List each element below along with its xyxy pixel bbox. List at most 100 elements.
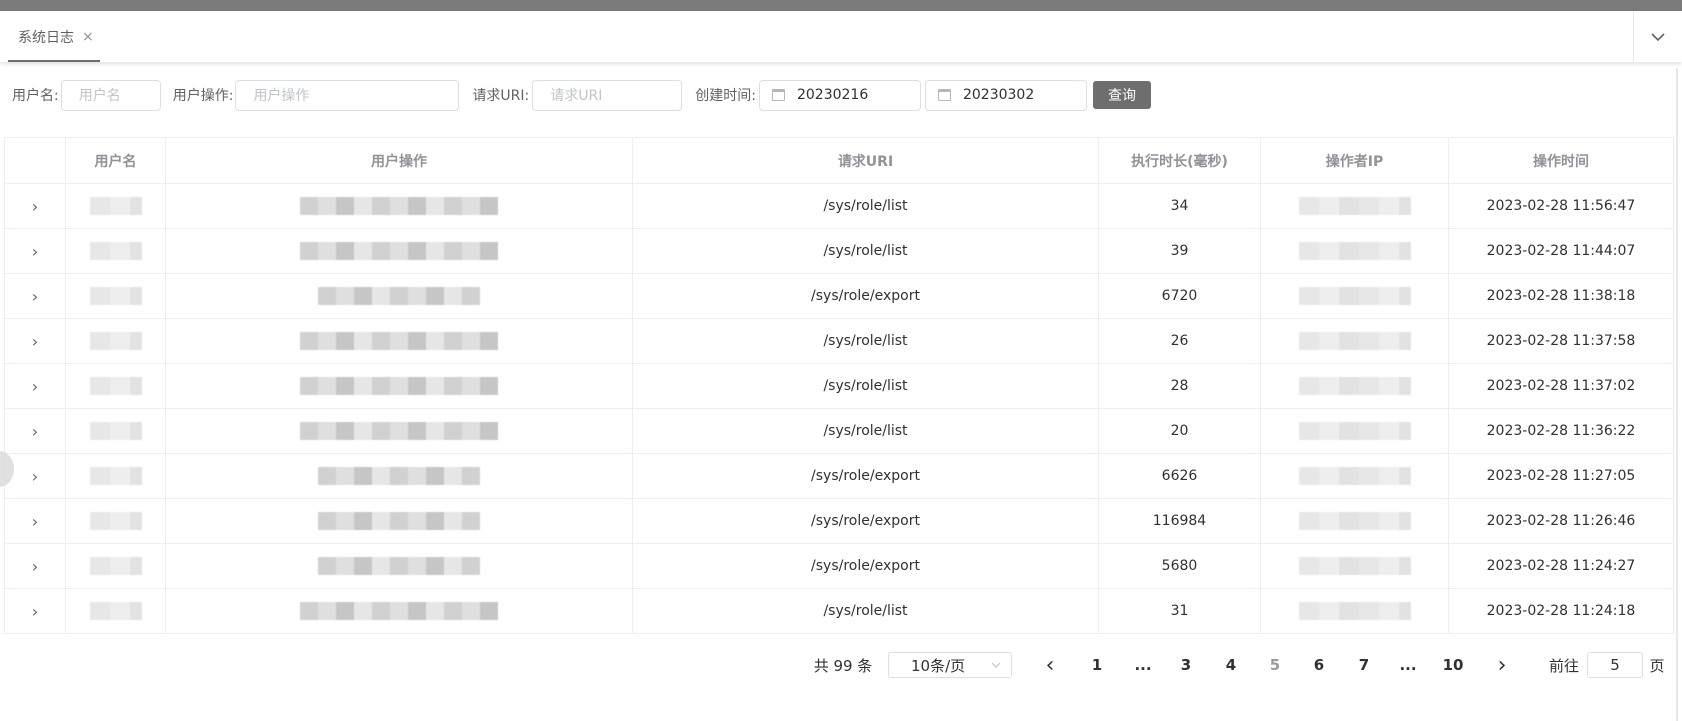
redacted-operation xyxy=(300,602,498,620)
redacted-ip xyxy=(1298,512,1411,530)
username-cell xyxy=(65,318,166,364)
redacted-ip xyxy=(1298,557,1411,575)
ip-cell xyxy=(1260,363,1449,409)
header-time: 操作时间 xyxy=(1448,137,1674,184)
tab-system-log[interactable]: 系统日志 × xyxy=(8,11,104,62)
operation-input[interactable]: 用户操作 xyxy=(235,79,460,111)
redacted-operation xyxy=(318,467,480,485)
chevron-right-icon[interactable]: › xyxy=(32,557,38,576)
operation-cell xyxy=(165,318,633,364)
expand-cell[interactable]: › xyxy=(4,453,66,499)
prev-page-button[interactable]: ‹ xyxy=(1038,650,1062,680)
pagination: 共 99 条 10条/页 ‹ 1 ... 3 4 5 6 7 ... 10 › … xyxy=(0,650,1682,680)
chevron-right-icon[interactable]: › xyxy=(32,602,38,621)
operation-cell xyxy=(165,408,633,454)
table-row[interactable]: › /sys/role/list 31 2023-02-28 11:24:18 xyxy=(4,588,1674,634)
redacted-ip xyxy=(1298,197,1411,215)
redacted-username xyxy=(89,422,142,440)
chevron-right-icon[interactable]: › xyxy=(32,197,38,216)
page-1[interactable]: 1 xyxy=(1086,650,1108,680)
time-cell: 2023-02-28 11:24:18 xyxy=(1448,588,1674,634)
total-count: 共 99 条 xyxy=(813,656,873,675)
expand-cell[interactable]: › xyxy=(4,363,66,409)
tab-menu-button[interactable] xyxy=(1633,11,1682,62)
expand-cell[interactable]: › xyxy=(4,408,66,454)
redacted-username xyxy=(89,377,142,395)
username-input[interactable]: 用户名 xyxy=(60,79,161,111)
chevron-down-icon xyxy=(1651,32,1665,41)
redacted-operation xyxy=(300,422,498,440)
table-row[interactable]: › /sys/role/list 28 2023-02-28 11:37:02 xyxy=(4,363,1674,409)
username-cell xyxy=(65,408,166,454)
uri-input[interactable]: 请求URI xyxy=(532,79,683,111)
time-cell: 2023-02-28 11:27:05 xyxy=(1448,453,1674,499)
page-ellipsis-right[interactable]: ... xyxy=(1396,650,1420,680)
table-row[interactable]: › /sys/role/list 39 2023-02-28 11:44:07 xyxy=(4,228,1674,274)
page-5-current[interactable]: 5 xyxy=(1264,650,1286,680)
page-ellipsis-left[interactable]: ... xyxy=(1131,650,1155,680)
page-10[interactable]: 10 xyxy=(1440,650,1466,680)
duration-cell: 26 xyxy=(1098,318,1261,364)
chevron-right-icon[interactable]: › xyxy=(32,467,38,486)
expand-cell[interactable]: › xyxy=(4,588,66,634)
chevron-right-icon[interactable]: › xyxy=(32,422,38,441)
end-date-picker[interactable]: 20230302 xyxy=(924,79,1087,111)
username-cell xyxy=(65,588,166,634)
table-row[interactable]: › /sys/role/export 116984 2023-02-28 11:26:… xyxy=(4,498,1674,544)
ip-cell xyxy=(1260,588,1449,634)
redacted-username xyxy=(89,197,142,215)
page-6[interactable]: 6 xyxy=(1308,650,1330,680)
chevron-right-icon[interactable]: › xyxy=(32,287,38,306)
table-row[interactable]: › /sys/role/list 20 2023-02-28 11:36:22 xyxy=(4,408,1674,454)
query-button[interactable]: 查询 xyxy=(1092,81,1151,109)
uri-cell: /sys/role/list xyxy=(632,588,1099,634)
chevron-right-icon[interactable]: › xyxy=(32,512,38,531)
goto-page-input[interactable]: 5 xyxy=(1587,652,1643,678)
expand-cell[interactable]: › xyxy=(4,183,66,229)
uri-cell: /sys/role/export xyxy=(632,453,1099,499)
chevron-right-icon[interactable]: › xyxy=(32,242,38,261)
redacted-ip xyxy=(1298,242,1411,260)
log-table: 用户名 用户操作 请求URI 执行时长(毫秒) 操作者IP 操作时间 › /sys… xyxy=(4,137,1674,634)
redacted-operation xyxy=(300,377,498,395)
header-username: 用户名 xyxy=(65,137,166,184)
ip-cell xyxy=(1260,183,1449,229)
page-size-select[interactable]: 10条/页 xyxy=(888,652,1012,678)
uri-cell: /sys/role/list xyxy=(632,228,1099,274)
table-row[interactable]: › /sys/role/list 26 2023-02-28 11:37:58 xyxy=(4,318,1674,364)
table-row[interactable]: › /sys/role/export 6720 2023-02-28 11:38:18 xyxy=(4,273,1674,319)
username-cell xyxy=(65,453,166,499)
expand-cell[interactable]: › xyxy=(4,498,66,544)
redacted-username xyxy=(89,557,142,575)
uri-cell: /sys/role/export xyxy=(632,273,1099,319)
redacted-ip xyxy=(1298,332,1411,350)
redacted-username xyxy=(89,512,142,530)
expand-cell[interactable]: › xyxy=(4,543,66,589)
username-cell xyxy=(65,228,166,274)
chevron-right-icon[interactable]: › xyxy=(32,377,38,396)
duration-cell: 5680 xyxy=(1098,543,1261,589)
table-row[interactable]: › /sys/role/export 6626 2023-02-28 11:27:05 xyxy=(4,453,1674,499)
username-cell xyxy=(65,273,166,319)
redacted-username xyxy=(89,242,142,260)
expand-cell[interactable]: › xyxy=(4,228,66,274)
chevron-right-icon[interactable]: › xyxy=(32,332,38,351)
time-cell: 2023-02-28 11:36:22 xyxy=(1448,408,1674,454)
page-4[interactable]: 4 xyxy=(1220,650,1242,680)
expand-cell[interactable]: › xyxy=(4,318,66,364)
page-7[interactable]: 7 xyxy=(1353,650,1375,680)
window-top-strip xyxy=(0,0,1682,11)
duration-cell: 28 xyxy=(1098,363,1261,409)
page-3[interactable]: 3 xyxy=(1175,650,1197,680)
username-cell xyxy=(65,498,166,544)
table-row[interactable]: › /sys/role/export 5680 2023-02-28 11:24:27 xyxy=(4,543,1674,589)
table-row[interactable]: › /sys/role/list 34 2023-02-28 11:56:47 xyxy=(4,183,1674,229)
next-page-button[interactable]: › xyxy=(1490,650,1514,680)
expand-cell[interactable]: › xyxy=(4,273,66,319)
redacted-ip xyxy=(1298,287,1411,305)
uri-cell: /sys/role/list xyxy=(632,183,1099,229)
time-cell: 2023-02-28 11:44:07 xyxy=(1448,228,1674,274)
start-date-picker[interactable]: 20230216 xyxy=(758,79,921,111)
operation-cell xyxy=(165,273,633,319)
close-icon[interactable]: × xyxy=(82,29,94,45)
